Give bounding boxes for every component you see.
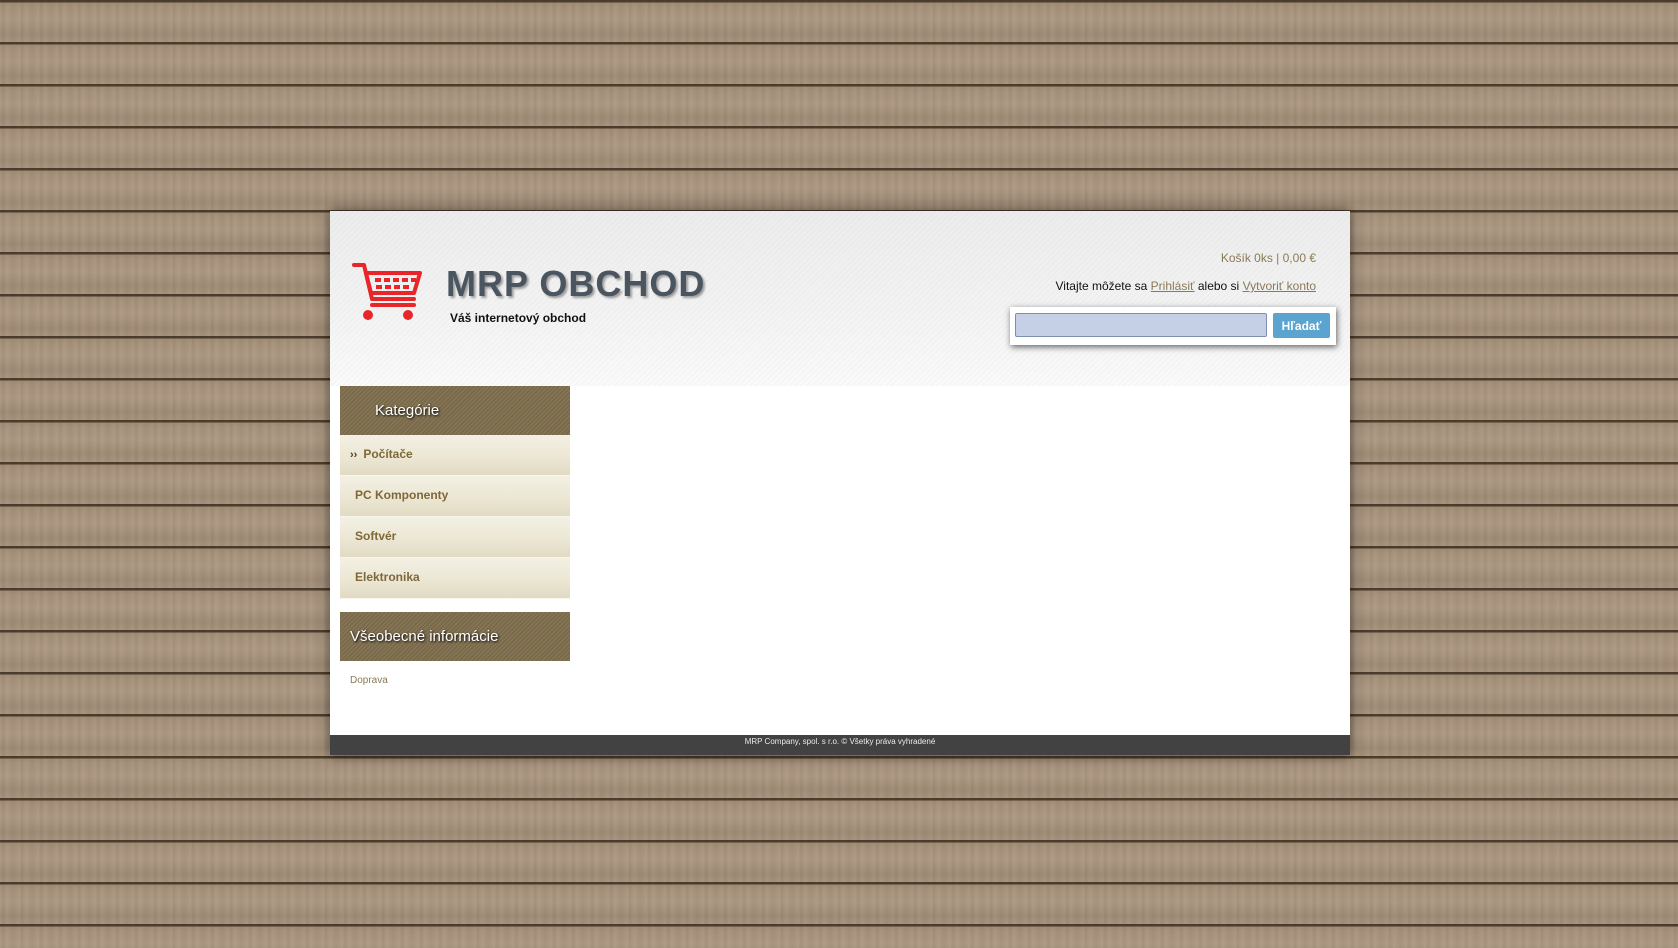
category-item-softver[interactable]: Softvér — [340, 517, 570, 558]
site-subtitle: Váš internetový obchod — [450, 311, 587, 325]
general-info-heading: Všeobecné informácie — [340, 612, 570, 661]
cart-summary[interactable]: Košík 0ks | 0,00 € — [1221, 251, 1316, 265]
page-background: { "header": { "title": "MRP OBCHOD", "su… — [0, 0, 1678, 948]
shop-container: MRP OBCHOD Váš internetový obchod Košík … — [330, 211, 1350, 755]
info-link-doprava[interactable]: Doprava — [350, 675, 570, 686]
categories-heading: Kategórie — [340, 386, 570, 435]
login-link[interactable]: Prihlásiť — [1151, 279, 1195, 293]
category-item-pc-komponenty[interactable]: PC Komponenty — [340, 476, 570, 517]
search-input[interactable] — [1015, 313, 1267, 337]
shopping-cart-icon[interactable] — [352, 261, 426, 325]
footer-copyright: MRP Company, spol. s r.o. © Všetky práva… — [744, 737, 936, 746]
search-box: Hľadať — [1010, 307, 1336, 345]
category-item-pocitace[interactable]: ›› Počítače — [340, 435, 570, 476]
category-label: PC Komponenty — [355, 488, 449, 502]
welcome-message: Vitajte môžete sa Prihlásiť alebo si Vyt… — [1055, 279, 1316, 293]
register-link[interactable]: Vytvoriť konto — [1243, 279, 1316, 293]
active-marker: ›› — [350, 449, 358, 461]
site-title[interactable]: MRP OBCHOD — [446, 263, 705, 305]
header: MRP OBCHOD Váš internetový obchod Košík … — [330, 211, 1350, 386]
category-label: Počítače — [363, 447, 413, 461]
welcome-prefix: Vitajte môžete sa — [1055, 279, 1148, 293]
sidebar: Kategórie ›› Počítače PC Komponenty Softv… — [340, 386, 570, 686]
footer: MRP Company, spol. s r.o. © Všetky práva… — [330, 735, 1350, 755]
category-item-elektronika[interactable]: Elektronika — [340, 558, 570, 599]
search-button[interactable]: Hľadať — [1273, 313, 1330, 338]
category-label: Softvér — [355, 529, 397, 543]
category-label: Elektronika — [355, 570, 420, 584]
welcome-middle: alebo si — [1197, 279, 1240, 293]
